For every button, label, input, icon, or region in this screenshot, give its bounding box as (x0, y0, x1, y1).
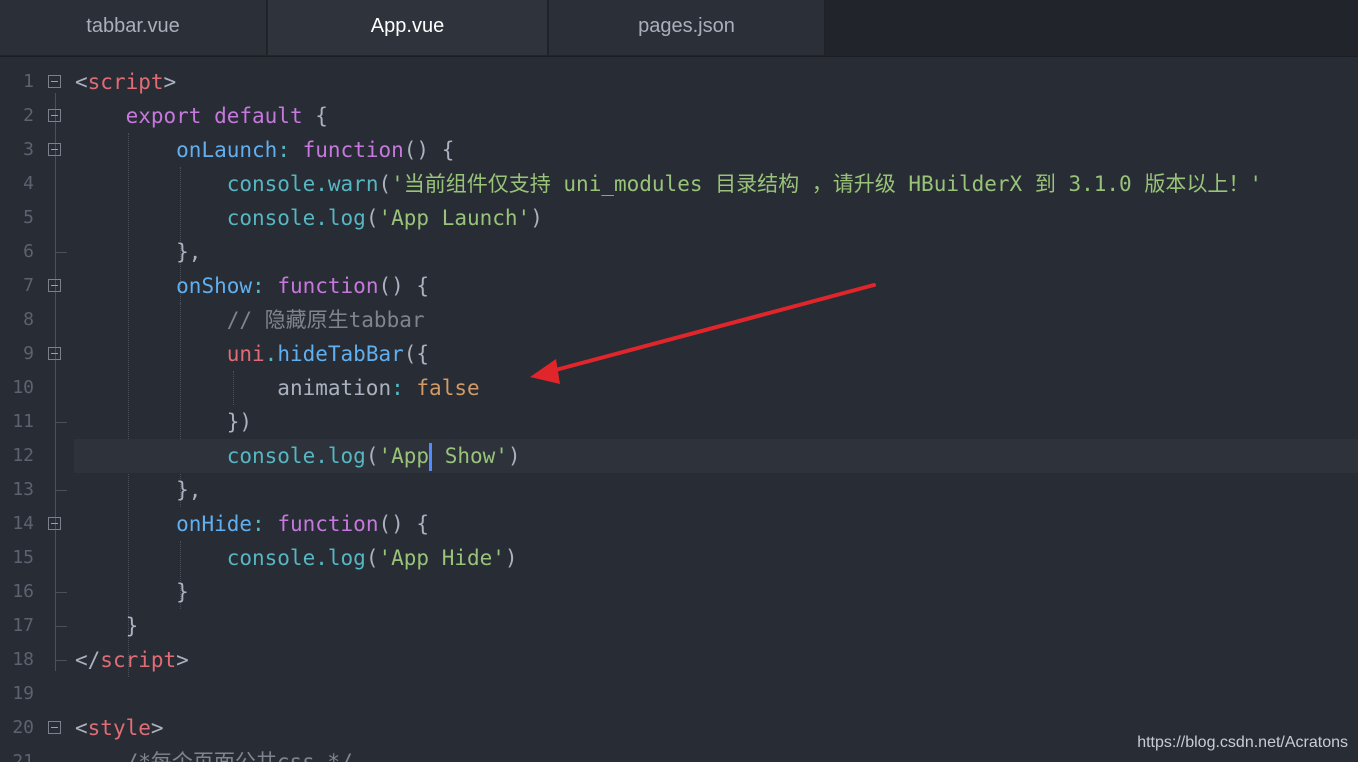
watermark: https://blog.csdn.net/Acratons (1137, 734, 1348, 751)
annotation-arrow-icon (530, 283, 876, 384)
